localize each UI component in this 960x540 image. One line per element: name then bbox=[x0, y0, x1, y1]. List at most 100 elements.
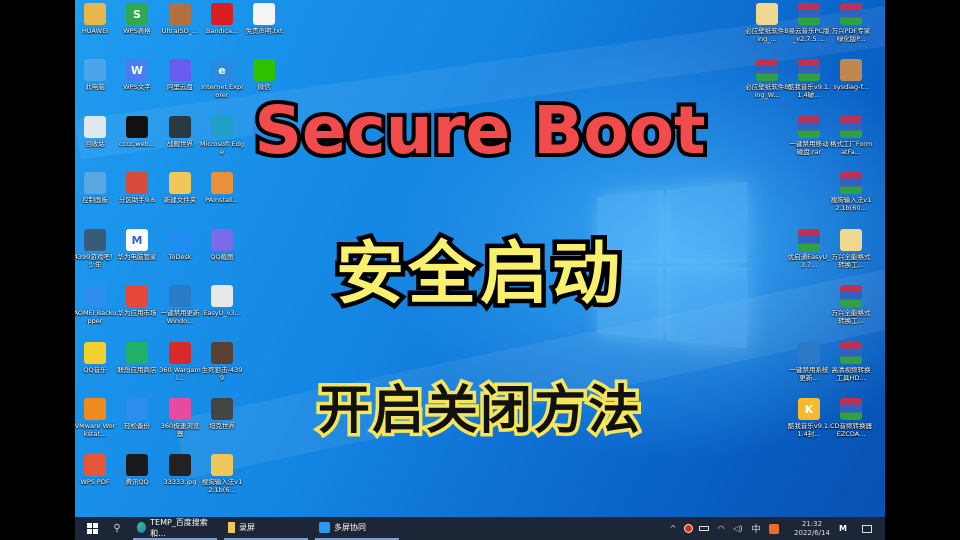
overlay-title-cn: 安全启动 bbox=[331, 231, 624, 319]
clock-date: 2022/6/14 bbox=[794, 528, 830, 537]
document-icon: W bbox=[126, 59, 148, 81]
folder-user-icon bbox=[84, 3, 106, 25]
windows-start-icon bbox=[86, 523, 98, 534]
winrar-icon bbox=[798, 59, 820, 81]
desktop-icon[interactable]: S WPS表格 bbox=[115, 3, 159, 35]
winrar-icon bbox=[840, 342, 862, 364]
notification-button[interactable] bbox=[859, 517, 875, 540]
desktop-icon-label: 分区助手9.6 bbox=[118, 196, 156, 204]
desktop-icon-label: 搜狗输入法v12.1b(60... bbox=[830, 196, 872, 212]
desktop-icon[interactable]: 分区助手9.6 bbox=[115, 172, 159, 204]
desktop-icon-label: UltraISO_... bbox=[161, 27, 199, 35]
wechat-icon bbox=[253, 59, 275, 81]
tray-sogou[interactable] bbox=[767, 517, 781, 540]
ime-indicator: 中 bbox=[751, 525, 761, 535]
taskbar-item-multiscreen[interactable]: 多屏协同 bbox=[315, 517, 399, 540]
desktop-icon-label: 必应壁纸软件Bing_... bbox=[745, 27, 789, 43]
store-icon bbox=[126, 342, 148, 364]
desktop-icon[interactable]: 万兴PDF专家绿化版P... bbox=[829, 3, 873, 43]
desktop-icon[interactable]: 33333.jpg bbox=[158, 454, 202, 486]
overlay-title-en: Secure Boot bbox=[250, 88, 709, 173]
desktop-icon[interactable]: 阿里云盘 bbox=[158, 59, 202, 91]
huorong-icon bbox=[840, 59, 862, 81]
desktop-icon-label: 33333.jpg bbox=[163, 478, 197, 486]
desktop-icon[interactable]: UltraISO_... bbox=[158, 3, 202, 35]
desktop-icon-label: 此电脑 bbox=[85, 83, 105, 91]
start-button[interactable] bbox=[83, 517, 101, 540]
volume-icon: ◁) bbox=[733, 524, 743, 533]
winrar-icon bbox=[840, 3, 862, 25]
desktop-icon-label: 阿里云盘 bbox=[167, 83, 193, 91]
wargaming-icon bbox=[169, 342, 191, 364]
m-app-icon: M bbox=[839, 524, 847, 533]
show-hidden-icons-button[interactable]: ^ bbox=[667, 517, 679, 540]
tray-volume[interactable]: ◁) bbox=[731, 517, 745, 540]
desktop-icon-label: PAInstall... bbox=[205, 196, 239, 204]
game-icon bbox=[211, 342, 233, 364]
computer-icon bbox=[84, 59, 106, 81]
tray-record[interactable] bbox=[681, 517, 695, 540]
taskbar-item-folder[interactable]: 录屏 bbox=[224, 517, 308, 540]
winrar-icon bbox=[840, 172, 862, 194]
desktop-icon[interactable]: 必应壁纸软件Bing_... bbox=[745, 3, 789, 43]
clock[interactable]: 21:32 2022/6/14 bbox=[787, 517, 837, 540]
desktop-icon-label: 免责声明.txt bbox=[245, 27, 283, 35]
text-file-icon bbox=[253, 3, 275, 25]
desktop-icon[interactable]: Bandica... bbox=[200, 3, 244, 35]
taskbar-item-label: 录屏 bbox=[239, 523, 255, 532]
desktop-icon-label: 腾讯QQ bbox=[125, 478, 149, 486]
desktop-icon[interactable]: 免责声明.txt bbox=[242, 3, 286, 35]
taskbar-item-edge[interactable]: TEMP_百度搜索 和... bbox=[133, 517, 217, 540]
desktop-icon[interactable]: 腾讯QQ bbox=[115, 454, 159, 486]
desktop-icon[interactable]: 此电脑 bbox=[75, 59, 117, 91]
desktop-icon[interactable]: WPS PDF bbox=[75, 454, 117, 486]
tray-battery[interactable] bbox=[697, 517, 711, 540]
record-icon bbox=[211, 3, 233, 25]
desktop-icon-label: WPS PDF bbox=[80, 478, 110, 486]
folder-icon bbox=[756, 3, 778, 25]
winrar-icon bbox=[756, 59, 778, 81]
battery-icon bbox=[699, 526, 709, 531]
desktop-icon-label: sysdiag-f... bbox=[833, 83, 869, 91]
icon-glyph: S bbox=[133, 7, 141, 21]
desktop-icon-label: 新建文件夹 bbox=[163, 196, 197, 204]
folder-icon bbox=[211, 454, 233, 476]
image-file-icon bbox=[169, 454, 191, 476]
partition-icon bbox=[126, 172, 148, 194]
desktop-icon[interactable]: sysdiag-f... bbox=[829, 59, 873, 91]
desktop-icon-label: 搜狗输入法v12.1b(6... bbox=[201, 478, 243, 494]
desktop-icon[interactable]: 新建文件夹 bbox=[158, 172, 202, 204]
desktop-icon-label: 微信 bbox=[257, 83, 271, 91]
icon-glyph: W bbox=[130, 63, 144, 77]
desktop-icon[interactable]: W WPS文字 bbox=[115, 59, 159, 91]
folder-icon bbox=[228, 522, 235, 533]
desktop-icon[interactable]: 控制面板 bbox=[75, 172, 117, 204]
tray-network[interactable]: ◠ bbox=[714, 517, 728, 540]
desktop-icon[interactable]: 易云音乐PC版_v2.7.5.... bbox=[787, 3, 831, 43]
record-icon bbox=[683, 524, 693, 533]
multiscreen-icon bbox=[319, 522, 330, 533]
desktop-icon-label: WPS文字 bbox=[123, 83, 151, 91]
tray-ime[interactable]: 中 bbox=[749, 517, 763, 540]
search-button[interactable]: ⚲ bbox=[109, 517, 125, 540]
ie-icon: e bbox=[211, 59, 233, 81]
edge-icon bbox=[137, 522, 147, 533]
qq-icon bbox=[126, 454, 148, 476]
desktop-icon[interactable]: 搜狗输入法v12.1b(6... bbox=[200, 454, 244, 494]
tray-app[interactable]: M bbox=[835, 517, 851, 540]
desktop-icon[interactable]: PAInstall... bbox=[200, 172, 244, 204]
taskbar-item-label: TEMP_百度搜索 和... bbox=[150, 517, 208, 538]
search-icon: ⚲ bbox=[113, 523, 121, 534]
desktop-icon[interactable]: 搜狗输入法v12.1b(60... bbox=[829, 172, 873, 212]
cloud-drive-icon bbox=[169, 59, 191, 81]
desktop-icon-label: 控制面板 bbox=[82, 196, 108, 204]
wifi-icon: ◠ bbox=[717, 524, 725, 533]
desktop-icon[interactable]: HUAWEI bbox=[75, 3, 117, 35]
desktop: HUAWEI 此电脑 回收站 控制面板 4399游戏吧！少年 AOMEI Backuppe… bbox=[75, 0, 885, 540]
icon-glyph: e bbox=[218, 63, 226, 77]
notification-icon bbox=[862, 524, 872, 533]
pdf-icon bbox=[84, 454, 106, 476]
desktop-icon-label: 万兴PDF专家绿化版P... bbox=[831, 27, 871, 43]
overlay-subtitle: 开启关闭方法 bbox=[314, 378, 643, 445]
desktop-icon[interactable]: 微信 bbox=[242, 59, 286, 91]
